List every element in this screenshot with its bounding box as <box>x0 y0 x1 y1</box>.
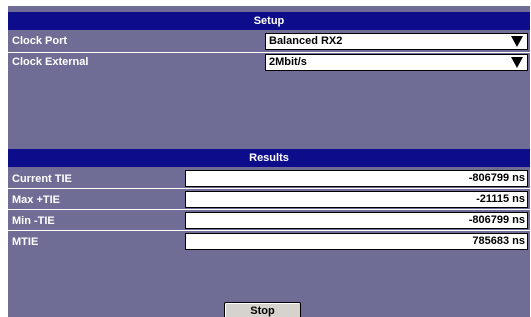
max-tie-value: -21115 ns <box>185 191 528 208</box>
row-divider <box>8 52 530 53</box>
clock-external-label: Clock External <box>12 56 89 68</box>
row-divider <box>8 209 530 210</box>
stop-button[interactable]: Stop <box>224 302 301 317</box>
clock-external-dropdown[interactable]: 2Mbit/s <box>265 54 528 71</box>
mtie-value: 785683 ns <box>185 233 528 250</box>
current-tie-value: -806799 ns <box>185 170 528 187</box>
row-divider <box>8 188 530 189</box>
clock-external-value: 2Mbit/s <box>269 56 307 68</box>
clock-port-label: Clock Port <box>12 35 68 47</box>
chevron-down-icon <box>511 36 523 47</box>
min-tie-label: Min -TIE <box>12 215 55 227</box>
current-tie-label: Current TIE <box>12 173 72 185</box>
mtie-label: MTIE <box>12 236 39 248</box>
min-tie-value: -806799 ns <box>185 212 528 229</box>
results-header: Results <box>8 149 530 167</box>
measurement-panel: Setup Clock Port Balanced RX2 Clock Exte… <box>8 6 530 317</box>
row-divider <box>8 230 530 231</box>
setup-header: Setup <box>8 12 530 30</box>
chevron-down-icon <box>511 57 523 68</box>
max-tie-label: Max +TIE <box>12 194 60 206</box>
clock-port-dropdown[interactable]: Balanced RX2 <box>265 33 528 50</box>
clock-port-value: Balanced RX2 <box>269 35 343 47</box>
